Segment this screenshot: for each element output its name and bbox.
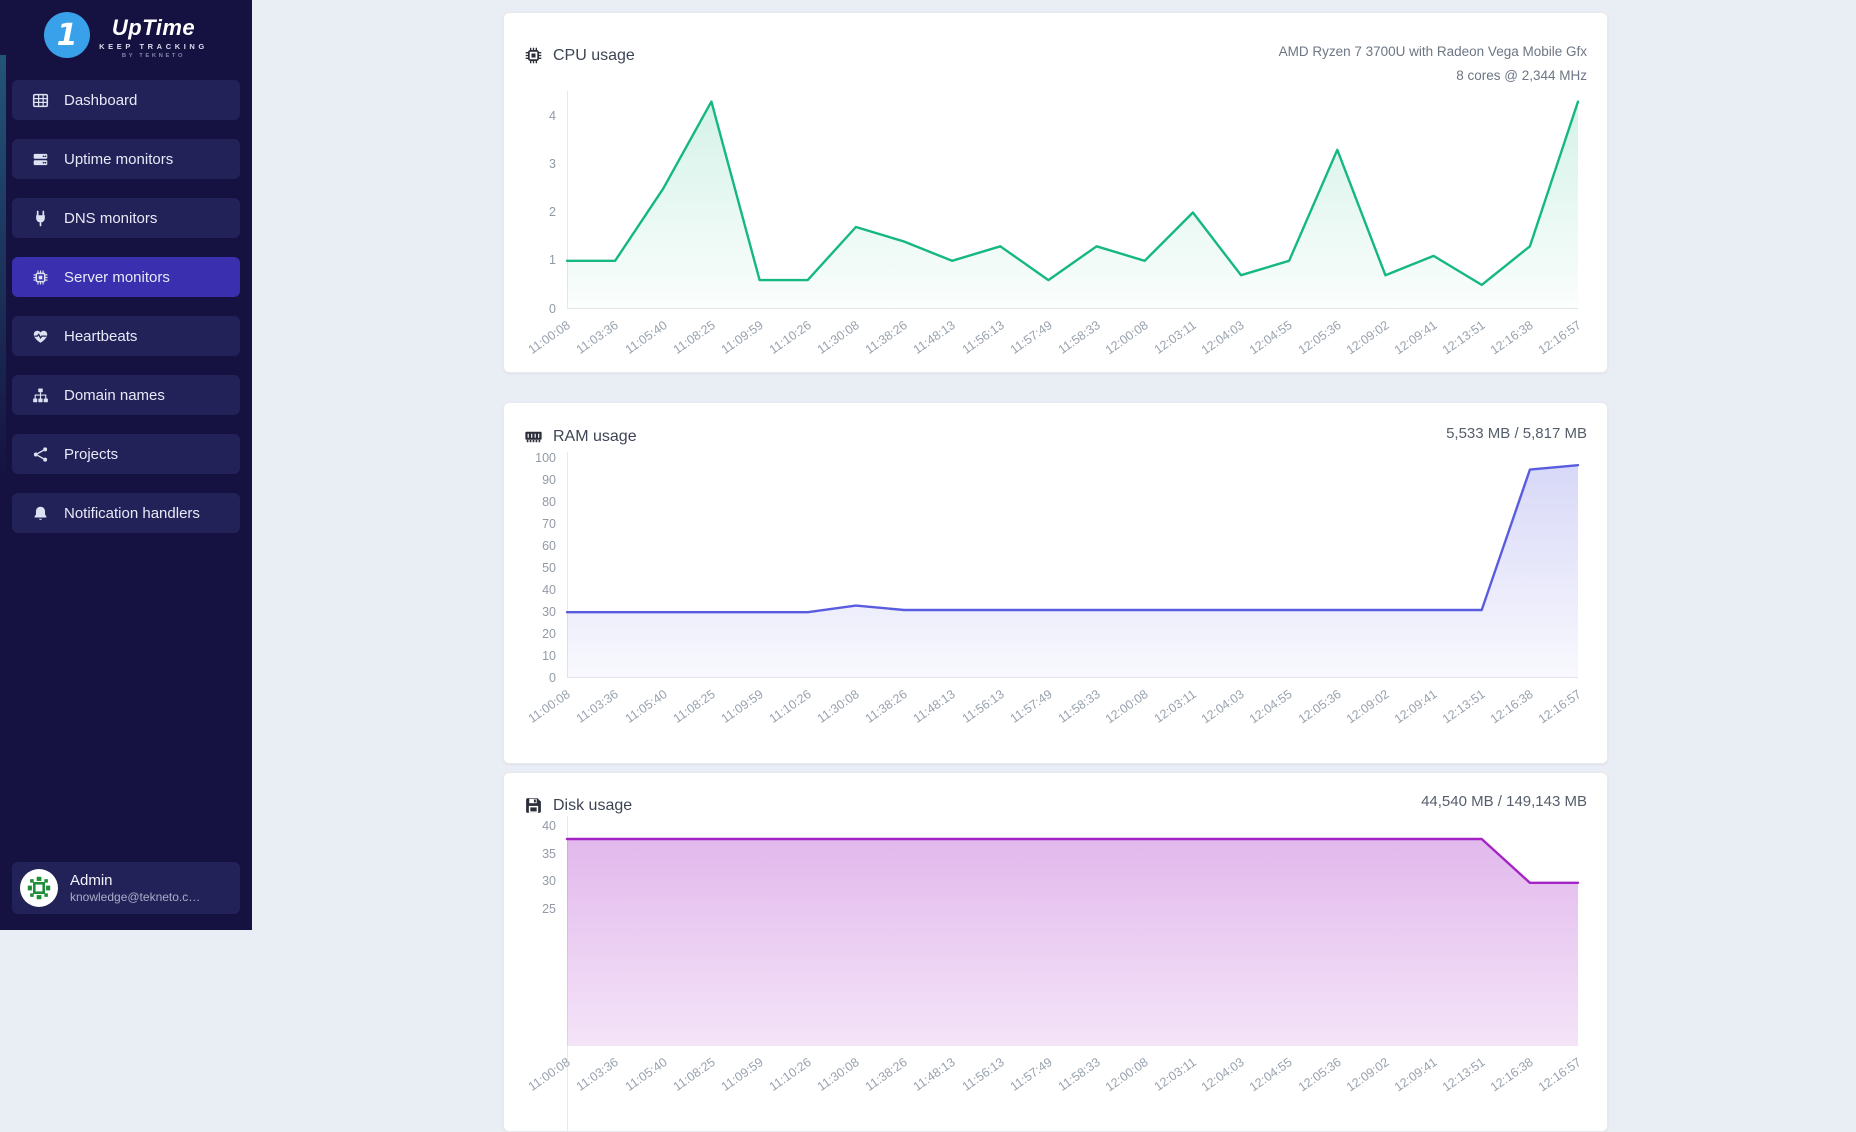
cpu-usage-card: CPU usage AMD Ryzen 7 3700U with Radeon …: [503, 12, 1608, 373]
cpu-cores: 8 cores @ 2,344 MHz: [1279, 64, 1587, 88]
disk-series: [504, 773, 1608, 1132]
sidebar-item-uptime-monitors[interactable]: Uptime monitors: [12, 139, 240, 179]
logo-mark: 1: [57, 18, 78, 53]
card-title-ram: RAM usage: [553, 428, 637, 446]
cpu-ytick: 3: [504, 156, 556, 173]
sidebar-item-label: Server monitors: [64, 269, 170, 286]
cpu-chip-icon: [524, 46, 543, 65]
ram-ytick: 10: [504, 648, 556, 665]
bell-icon: [32, 505, 49, 522]
disk-ytick: 40: [504, 818, 556, 835]
sidebar-item-label: Notification handlers: [64, 505, 200, 522]
cpu-ytick: 4: [504, 108, 556, 125]
ram-ytick: 50: [504, 560, 556, 577]
user-email: knowledge@tekneto.c…: [70, 890, 200, 905]
app-logo: 1 UpTime KEEP TRACKING BY TEKNETO: [0, 12, 252, 59]
share-nodes-icon: [32, 446, 49, 463]
ram-ytick: 20: [504, 626, 556, 643]
identicon: [26, 875, 52, 901]
sitemap-icon: [32, 387, 49, 404]
sidebar: 1 UpTime KEEP TRACKING BY TEKNETO Dashbo…: [0, 0, 252, 930]
cpu-model: AMD Ryzen 7 3700U with Radeon Vega Mobil…: [1279, 40, 1587, 64]
sidebar-item-label: Projects: [64, 446, 118, 463]
sidebar-item-notification-handlers[interactable]: Notification handlers: [12, 493, 240, 533]
disk-ytick: 30: [504, 873, 556, 890]
sidebar-item-label: Dashboard: [64, 92, 137, 109]
server-stack-icon: [32, 151, 49, 168]
sidebar-item-label: DNS monitors: [64, 210, 157, 227]
sidebar-item-label: Domain names: [64, 387, 165, 404]
sidebar-item-heartbeats[interactable]: Heartbeats: [12, 316, 240, 356]
sidebar-item-domain-names[interactable]: Domain names: [12, 375, 240, 415]
user-card[interactable]: Admin knowledge@tekneto.c…: [12, 862, 240, 914]
disk-usage-card: Disk usage 44,540 MB / 149,143 MB 40 35 30…: [503, 772, 1608, 1132]
ram-ytick: 30: [504, 604, 556, 621]
cpu-ytick: 2: [504, 204, 556, 221]
cpu-ytick: 1: [504, 252, 556, 269]
ram-ytick: 90: [504, 472, 556, 489]
cpu-ytick: 0: [504, 301, 556, 318]
cpu-meta: AMD Ryzen 7 3700U with Radeon Vega Mobil…: [1279, 40, 1587, 88]
sidebar-item-dashboard[interactable]: Dashboard: [12, 80, 240, 120]
ram-ytick: 40: [504, 582, 556, 599]
disk-ytick: 25: [504, 901, 556, 918]
card-title-disk: Disk usage: [553, 797, 632, 815]
disk-save-icon: [524, 796, 543, 815]
ram-ytick: 0: [504, 670, 556, 687]
ram-ytick: 100: [504, 450, 556, 467]
plug-icon: [32, 210, 49, 227]
user-name: Admin: [70, 872, 200, 890]
disk-meta: 44,540 MB / 149,143 MB: [1421, 793, 1587, 810]
sidebar-item-server-monitors[interactable]: Server monitors: [12, 257, 240, 297]
ram-ytick: 80: [504, 494, 556, 511]
avatar: [20, 869, 58, 907]
sidebar-item-dns-monitors[interactable]: DNS monitors: [12, 198, 240, 238]
disk-chart: 4035302511:00:0811:03:3611:05:4011:08:25…: [504, 773, 1607, 1131]
brand-name: UpTime: [99, 17, 208, 39]
ram-ytick: 60: [504, 538, 556, 555]
sidebar-nav: Dashboard Uptime monitors DNS monitors Serv…: [12, 80, 240, 552]
sidebar-item-projects[interactable]: Projects: [12, 434, 240, 474]
brand-tagline: KEEP TRACKING: [99, 42, 208, 51]
dashboard-grid-icon: [32, 92, 49, 109]
ram-ytick: 70: [504, 516, 556, 533]
ram-stick-icon: [524, 427, 543, 446]
logo-icon: 1: [44, 12, 90, 58]
heart-pulse-icon: [32, 328, 49, 345]
disk-ytick: 35: [504, 846, 556, 863]
brand-subtagline: BY TEKNETO: [99, 53, 208, 59]
sidebar-item-label: Uptime monitors: [64, 151, 173, 168]
sidebar-item-label: Heartbeats: [64, 328, 137, 345]
ram-series: [504, 403, 1608, 764]
chip-icon: [32, 269, 49, 286]
ram-meta: 5,533 MB / 5,817 MB: [1446, 425, 1587, 442]
card-title-cpu: CPU usage: [553, 47, 635, 65]
ram-usage-card: RAM usage 5,533 MB / 5,817 MB 1009080706…: [503, 402, 1608, 764]
ram-chart: 100908070605040302010011:00:0811:03:3611…: [504, 403, 1607, 763]
